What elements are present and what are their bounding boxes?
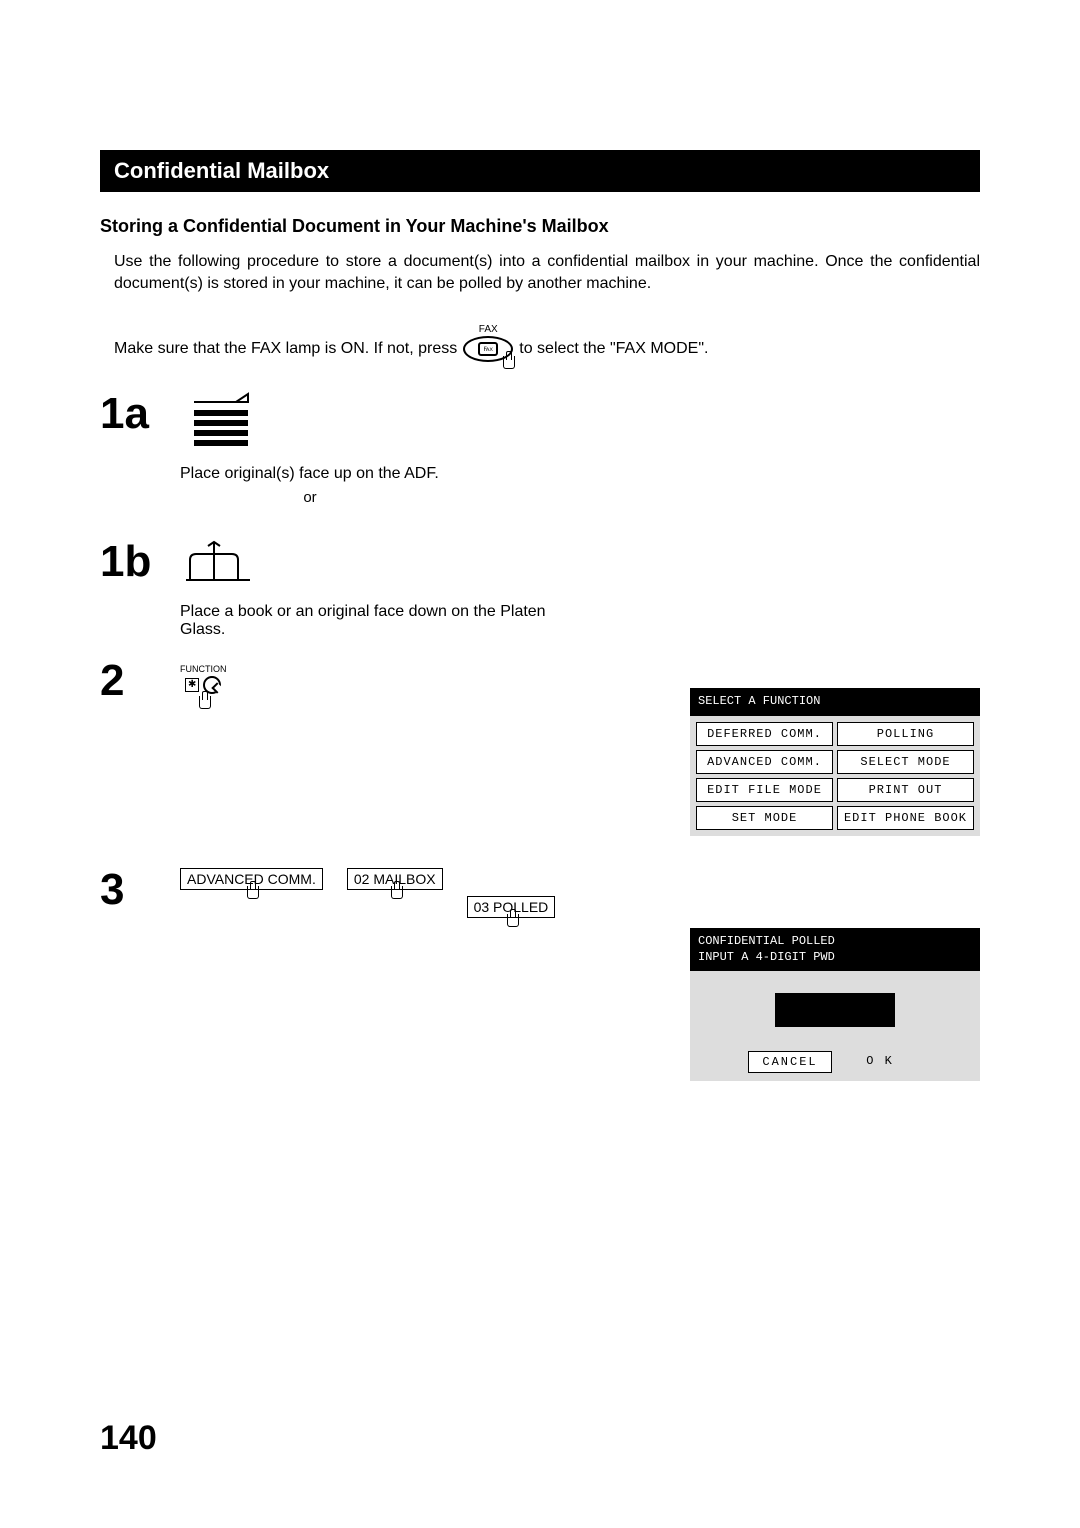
press-hand-icon [503,914,519,936]
or-text: or [180,489,440,506]
adf-icon [186,392,256,457]
press-hand-icon [387,886,403,908]
fax-button[interactable]: FAX ℻ [463,336,513,362]
lcd-header: CONFIDENTIAL POLLED INPUT A 4-DIGIT PWD [690,928,980,971]
function-label: FUNCTION [180,664,227,674]
lcd-option-set-mode[interactable]: SET MODE [696,806,833,830]
section-title: Confidential Mailbox [100,150,980,192]
step-number-1b: 1b [100,540,180,584]
subheading: Storing a Confidential Document in Your … [100,216,980,237]
cancel-button[interactable]: CANCEL [748,1051,832,1073]
platen-icon [186,540,256,595]
fax-line-pre: Make sure that the FAX lamp is ON. If no… [114,340,457,358]
step-1a: 1a Place original(s) face up on the ADF.… [100,392,980,520]
ok-button[interactable]: O K [838,1051,922,1073]
step-number-2: 2 [100,659,180,703]
lcd-header: SELECT A FUNCTION [690,688,980,716]
step-3: 3 ADVANCED COMM. 02 MAILBOX 03 POLLED [100,868,980,918]
lcd-panel-confidential-polled: CONFIDENTIAL POLLED INPUT A 4-DIGIT PWD … [690,928,980,1081]
lcd-option-deferred-comm[interactable]: DEFERRED COMM. [696,722,833,746]
fax-button-label: FAX [479,324,498,335]
lcd-option-select-mode[interactable]: SELECT MODE [837,750,974,774]
lcd-header-line1: CONFIDENTIAL POLLED [698,934,972,950]
press-hand-icon [499,356,515,378]
page-number: 140 [100,1419,157,1458]
star-icon: ✱ [185,678,199,692]
lcd-option-edit-phone-book[interactable]: EDIT PHONE BOOK [837,806,974,830]
step-number-1a: 1a [100,392,180,436]
lcd-panel-select-function: SELECT A FUNCTION DEFERRED COMM. POLLING… [690,688,980,836]
step-number-3: 3 [100,868,180,912]
press-hand-icon [243,886,259,908]
lcd-option-advanced-comm[interactable]: ADVANCED COMM. [696,750,833,774]
lcd-option-print-out[interactable]: PRINT OUT [837,778,974,802]
lcd-option-polling[interactable]: POLLING [837,722,974,746]
lcd-header-line2: INPUT A 4-DIGIT PWD [698,950,972,966]
fax-instruction-line: Make sure that the FAX lamp is ON. If no… [114,336,980,362]
password-input-field[interactable] [775,993,895,1027]
step-1b: 1b Place a book or an original face down… [100,540,980,639]
function-button[interactable]: FUNCTION ✱ [180,664,227,718]
intro-paragraph: Use the following procedure to store a d… [114,251,980,296]
fax-inner-icon: ℻ [478,342,498,356]
step-1a-text: Place original(s) face up on the ADF. [180,465,980,483]
step-1b-text: Place a book or an original face down on… [180,603,560,639]
press-hand-icon [195,696,211,718]
fax-line-post: to select the "FAX MODE". [519,340,708,358]
lcd-option-edit-file-mode[interactable]: EDIT FILE MODE [696,778,833,802]
